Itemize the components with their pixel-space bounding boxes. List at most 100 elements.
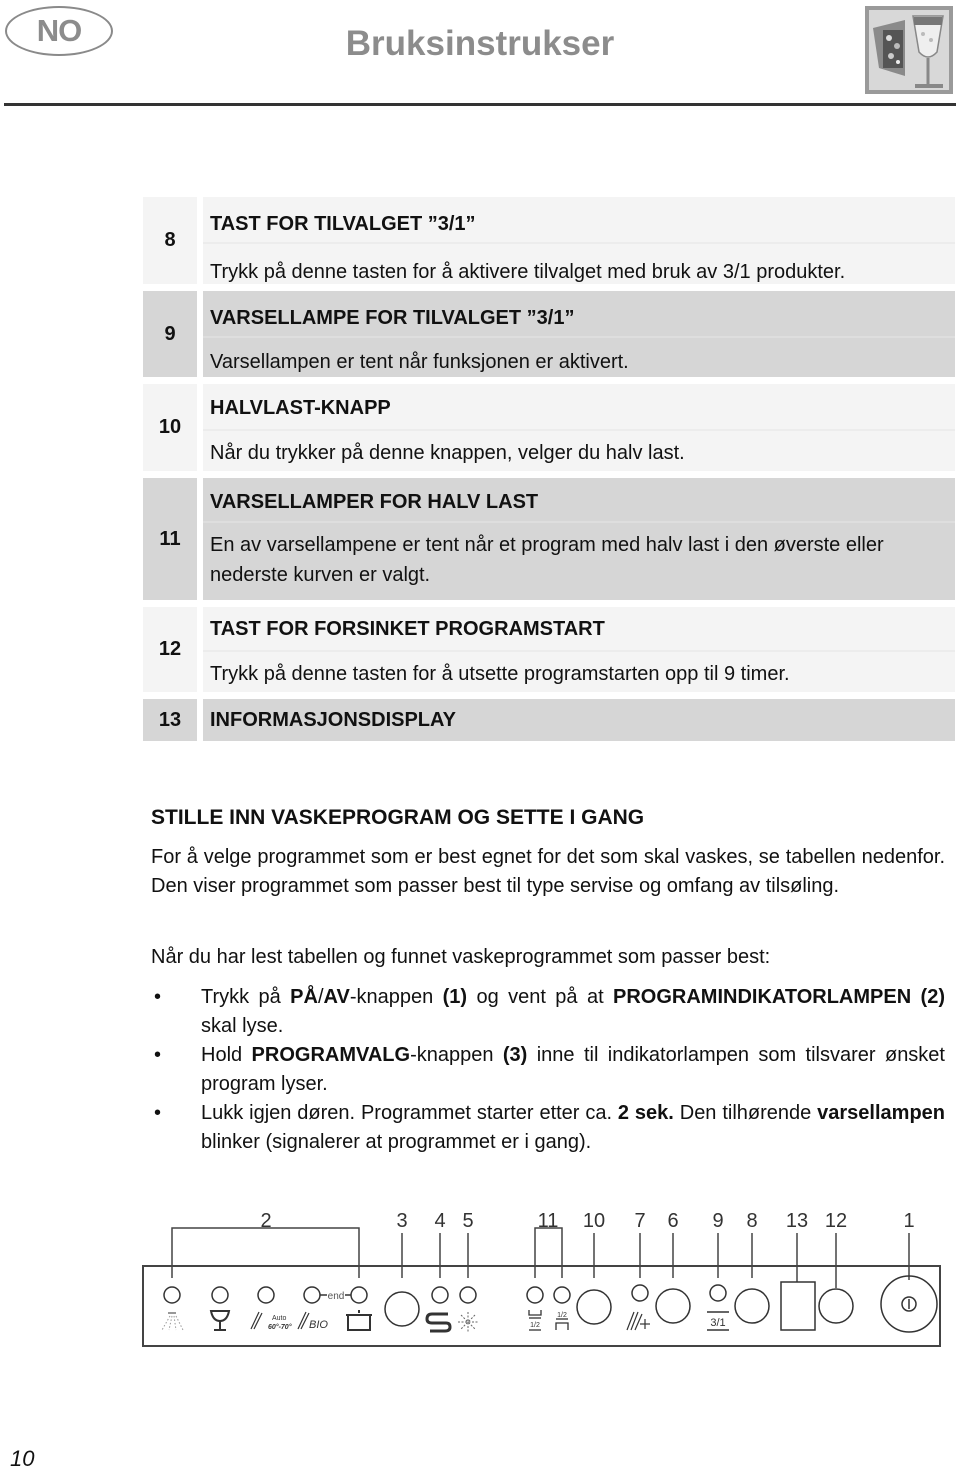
row-separator [203,650,955,652]
led-indicator [553,1286,571,1304]
row-heading: HALVLAST-KNAPP [210,397,391,419]
instruction-item: • Lukk igjen døren. Programmet starter e… [151,1099,945,1156]
instruction-text: Hold PROGRAMVALG-knappen (3) inne til in… [201,1044,945,1095]
led-indicator [631,1284,649,1302]
callout-label: 8 [746,1210,757,1232]
row-separator [203,521,955,523]
row-heading: TAST FOR FORSINKET PROGRAMSTART [210,618,605,640]
led-indicator [431,1286,449,1304]
end-label: end [328,1291,345,1302]
prewash-shower-icon [161,1312,184,1331]
callout-label: 4 [434,1210,445,1232]
led-indicator [163,1286,181,1304]
emphasized-text: varsellampen [817,1102,946,1124]
row-description: En av varsellampene er tent når et progr… [210,534,884,586]
row-number: 8 [143,197,197,284]
emphasized-text: AV [323,986,350,1008]
header-divider [4,103,956,106]
three-in-one-button[interactable] [734,1288,770,1324]
bio-program-icon: BIO [297,1311,328,1331]
row-content: TAST FOR TILVALGET ”3/1” Trykk på denne … [203,197,955,284]
row-content: VARSELLAMPE FOR TILVALGET ”3/1” Varsella… [203,291,955,377]
section-heading: STILLE INN VASKEPROGRAM OG SETTE I GANG [151,806,645,829]
bio-label: BIO [309,1319,328,1331]
row-content: VARSELLAMPER FOR HALV LAST En av varsell… [203,478,955,600]
row-description: Trykk på denne tasten for å utsette prog… [210,663,790,685]
emphasized-text: PÅ [290,986,318,1008]
rinse-aid-indicator-icon [458,1312,478,1332]
callout-label: 1 [903,1210,914,1232]
instruction-item: • Trykk på PÅ/AV-knappen (1) og vent på … [151,983,945,1040]
three-in-one-label: 3/1 [710,1317,725,1329]
instruction-list: • Trykk på PÅ/AV-knappen (1) og vent på … [151,983,945,1157]
table-row: 11 VARSELLAMPER FOR HALV LAST En av vars… [143,478,955,600]
page-number: 10 [10,1446,35,1471]
page-title: Bruksinstrukser [345,24,615,63]
table-row: 9 VARSELLAMPE FOR TILVALGET ”3/1” Varsel… [143,291,955,377]
delay-start-button[interactable] [818,1288,854,1324]
emphasized-text: PROGRAMINDIKATORLAMPEN (2) [613,986,945,1008]
callout-label: 5 [462,1210,473,1232]
bullet-icon: • [154,1044,162,1066]
row-content: TAST FOR FORSINKET PROGRAMSTART Trykk på… [203,607,955,692]
dishwasher-with-glass-icon [865,6,953,94]
text-run: Trykk på [201,986,291,1008]
callout-label: 7 [634,1210,645,1232]
text-run: -knappen [349,986,443,1008]
lead-paragraph: Når du har lest tabellen og funnet vaske… [151,946,771,968]
row-number: 10 [143,384,197,471]
emphasized-text: 2 sek. [617,1102,674,1124]
row-heading: TAST FOR TILVALGET ”3/1” [210,213,476,235]
half-load-button[interactable] [576,1289,612,1325]
row-description: Trykk på denne tasten for å aktivere til… [210,261,846,283]
led-indicator [526,1286,544,1304]
extra-dry-icon [626,1311,650,1331]
emphasized-text: PROGRAMVALG [251,1044,411,1066]
information-display [780,1281,816,1331]
row-separator [203,336,955,338]
half-load-upper-icon: 1/2 [555,1312,569,1330]
control-panel-diagram: 2 3 4 5 11 10 7 6 9 8 13 12 1 end Auto 6… [142,1210,941,1347]
row-content: INFORMASJONSDISPLAY [203,699,955,741]
led-indicator [459,1286,477,1304]
table-row: 12 TAST FOR FORSINKET PROGRAMSTART Trykk… [143,607,955,692]
instruction-item: • Hold PROGRAMVALG-knappen (3) inne til … [151,1041,945,1098]
instruction-text: Trykk på PÅ/AV-knappen (1) og vent på at… [201,986,945,1037]
three-in-one-icon: 3/1 [707,1311,729,1331]
instruction-text: Lukk igjen døren. Programmet starter ett… [201,1102,945,1153]
callout-label: 6 [667,1210,678,1232]
led-indicator [709,1284,727,1302]
leader-lines [171,1227,910,1288]
table-row: 8 TAST FOR TILVALGET ”3/1” Trykk på denn… [143,197,955,284]
program-select-button[interactable] [384,1291,420,1327]
table-row: 10 HALVLAST-KNAPP Når du trykker på denn… [143,384,955,471]
bullet-icon: • [154,1102,162,1124]
row-number: 11 [143,478,197,600]
row-number: 9 [143,291,197,377]
auto-label: Auto [272,1315,287,1322]
text-run: og vent på at [467,986,614,1008]
emphasized-text: (3) [502,1044,528,1066]
text-run: Den tilhørende [673,1102,818,1124]
led-indicator [303,1286,321,1304]
row-number: 12 [143,607,197,692]
row-separator [203,242,955,244]
led-indicator [211,1286,229,1304]
half-load-upper-label: 1/2 [557,1312,567,1319]
bullet-icon: • [154,986,162,1008]
row-description: Når du trykker på denne knappen, velger … [210,442,685,464]
half-load-lower-label: 1/2 [530,1322,540,1329]
callout-label: 3 [396,1210,407,1232]
text-run: Hold [201,1044,252,1066]
callout-label: 13 [786,1210,808,1232]
glass-icon [209,1310,231,1331]
row-description: Varsellampen er tent når funksjonen er a… [210,351,629,373]
text-run: -knappen [410,1044,503,1066]
intro-paragraph: For å velge programmet som er best egnet… [151,846,945,897]
row-heading: VARSELLAMPER FOR HALV LAST [210,491,539,513]
salt-indicator-icon [425,1312,452,1333]
led-indicator [350,1286,368,1304]
extra-dry-button[interactable] [655,1288,691,1324]
led-indicator [257,1286,275,1304]
row-heading: INFORMASJONSDISPLAY [210,709,456,731]
